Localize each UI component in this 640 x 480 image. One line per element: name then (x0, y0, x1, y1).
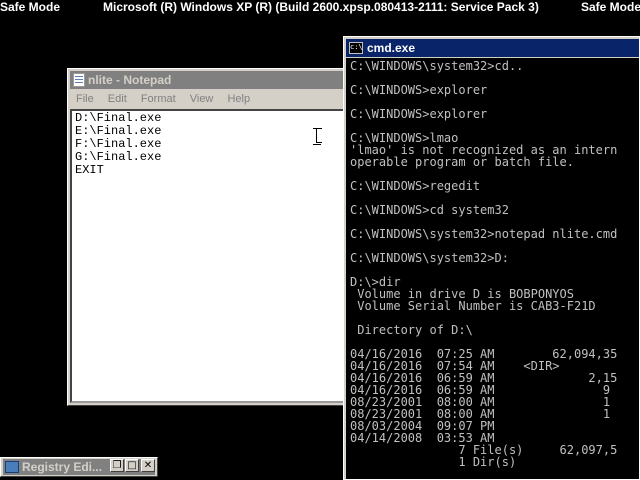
menu-file[interactable]: File (76, 93, 94, 105)
safe-mode-label-left: Safe Mode (0, 0, 61, 14)
notepad-icon (73, 73, 85, 87)
cmd-console[interactable]: C:\WINDOWS\system32>cd.. C:\WINDOWS>expl… (346, 58, 639, 479)
menu-edit[interactable]: Edit (108, 93, 127, 105)
cmd-title-bar[interactable]: c:\ cmd.exe (346, 39, 639, 57)
cmd-icon: c:\ (349, 42, 363, 54)
registry-editor-title: Registry Edi... (22, 460, 103, 474)
registry-editor-minimized[interactable]: Registry Edi... ❐ □ ✕ (0, 457, 158, 477)
cmd-output: C:\WINDOWS\system32>cd.. C:\WINDOWS>expl… (350, 59, 618, 469)
menu-view[interactable]: View (190, 93, 214, 105)
ibeam-cursor-icon (313, 128, 322, 145)
cmd-title: cmd.exe (367, 41, 416, 55)
notepad-text-area[interactable]: D:\Final.exe E:\Final.exe F:\Final.exe G… (70, 109, 349, 403)
maximize-button[interactable]: □ (125, 459, 139, 472)
menu-help[interactable]: Help (227, 93, 250, 105)
notepad-menu-bar: File Edit Format View Help (70, 90, 349, 108)
notepad-title-bar[interactable]: nlite - Notepad (70, 71, 349, 89)
restore-button[interactable]: ❐ (110, 459, 124, 472)
registry-editor-icon (5, 461, 19, 473)
os-build-banner: Microsoft (R) Windows XP (R) (Build 2600… (103, 0, 539, 14)
cmd-window[interactable]: c:\ cmd.exe C:\WINDOWS\system32>cd.. C:\W… (343, 36, 640, 480)
menu-format[interactable]: Format (141, 93, 176, 105)
notepad-window[interactable]: nlite - Notepad File Edit Format View He… (67, 68, 352, 406)
safe-mode-label-right: Safe Mode (581, 0, 640, 14)
close-button[interactable]: ✕ (141, 459, 155, 472)
notepad-title: nlite - Notepad (88, 73, 172, 87)
